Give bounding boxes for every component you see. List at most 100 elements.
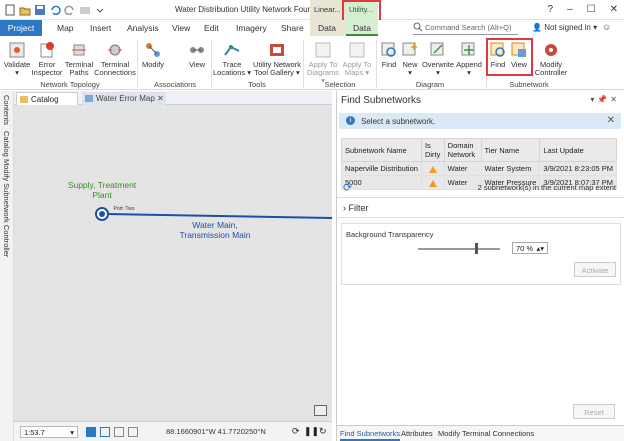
terminal-paths-button[interactable]: Terminal Paths: [64, 41, 94, 77]
highlight-subnetwork-find-view: [486, 38, 533, 76]
reset-button[interactable]: Reset: [573, 404, 615, 419]
help-button[interactable]: ☺: [602, 22, 611, 32]
error-inspector-button[interactable]: Error Inspector: [30, 41, 64, 77]
cell-subnetwork-name: Naperville Distribution: [341, 161, 422, 176]
map-view[interactable]: Supply, Treatment Plant Port: Two Water …: [14, 105, 332, 421]
apply-to-diagrams-button[interactable]: Apply To Diagrams ▾: [305, 41, 341, 85]
column-is-dirty[interactable]: Is Dirty: [420, 138, 445, 162]
modify-controller-button[interactable]: Modify Controller: [531, 41, 571, 77]
refresh-map-icon[interactable]: ⟳: [292, 426, 300, 437]
save-icon[interactable]: [34, 4, 46, 16]
pause-drawing-icon[interactable]: ❚❚: [304, 426, 319, 437]
view-associations-icon: [188, 41, 206, 59]
diagram-find-icon: [380, 41, 398, 59]
activate-button[interactable]: Activate: [574, 262, 616, 277]
tab-imagery[interactable]: Imagery: [236, 20, 267, 36]
close-tab-icon[interactable]: ✕: [157, 94, 164, 103]
cell-tier-name: Water System: [480, 161, 541, 176]
help-icon[interactable]: ?: [548, 4, 554, 15]
modify-associations-button[interactable]: Modify: [140, 41, 166, 69]
ribbon-separator: [303, 40, 304, 88]
group-network-topology: Network Topology: [40, 80, 100, 89]
quick-access-toolbar: [4, 4, 106, 16]
column-subnetwork-name[interactable]: Subnetwork Name: [341, 138, 422, 162]
share-icon[interactable]: [79, 4, 91, 16]
validate-icon: [8, 41, 26, 59]
terminal-paths-icon: [70, 41, 88, 59]
user-icon: 👤: [532, 23, 545, 32]
un-tool-gallery-button[interactable]: Utility Network Tool Gallery ▾: [252, 41, 302, 77]
spinner-icon[interactable]: ▴▾: [536, 244, 544, 253]
validate-button[interactable]: Validate ▾: [2, 41, 32, 77]
pin-icon[interactable]: 📌: [597, 95, 610, 104]
account-label: Not signed in: [544, 23, 591, 32]
side-tab-catalog[interactable]: Catalog: [2, 131, 11, 157]
customize-icon[interactable]: [94, 4, 106, 16]
column-tier-name[interactable]: Tier Name: [480, 138, 541, 162]
tab-modify-terminal-connections[interactable]: Modify Terminal Connections: [438, 429, 534, 438]
constraint-icon[interactable]: [114, 427, 124, 437]
terminal-connections-button[interactable]: Terminal Connections: [94, 41, 136, 77]
close-icon[interactable]: ✕: [610, 95, 620, 104]
redo-icon[interactable]: [64, 4, 76, 16]
tab-map[interactable]: Map: [57, 20, 74, 36]
tab-share[interactable]: Share: [281, 20, 304, 36]
chevron-right-icon: ›: [343, 203, 346, 213]
side-tab-contents[interactable]: Contents: [2, 95, 11, 125]
view-associations-button[interactable]: View: [186, 41, 208, 69]
tab-find-subnetworks[interactable]: Find Subnetworks: [340, 429, 401, 441]
water-main-label: Water Main, Transmission Main: [179, 220, 251, 240]
tab-data-linear[interactable]: Data: [310, 20, 346, 36]
tab-view[interactable]: View: [172, 20, 190, 36]
ribbon-tab-row: Project Map Insert Analysis View Edit Im…: [0, 20, 624, 36]
transparency-value-input[interactable]: 70 % ▴▾: [512, 242, 548, 254]
column-last-update[interactable]: Last Update: [539, 138, 617, 162]
refresh-icon[interactable]: ⟳: [343, 181, 352, 194]
diagram-new-icon: [401, 41, 419, 59]
error-inspector-icon: [38, 41, 56, 59]
side-tab-modify-subnetwork-controller[interactable]: Modify Subnetwork Controller: [2, 159, 11, 257]
transparency-slider[interactable]: [418, 243, 500, 254]
grid-toggle-icon[interactable]: [86, 427, 96, 437]
cell-domain-network: Water: [443, 175, 482, 190]
snapping-icon[interactable]: [100, 427, 110, 437]
new-project-icon[interactable]: [4, 4, 16, 16]
pane-controls: ▾📌✕: [590, 95, 620, 104]
diagram-new-button[interactable]: New ▾: [400, 41, 420, 77]
dismiss-info-icon[interactable]: ✕: [607, 115, 615, 126]
scale-selector[interactable]: 1:53.7 ▾: [20, 426, 78, 438]
view-tab-water-error-map[interactable]: Water Error Map ✕: [82, 92, 166, 105]
map-refresh-icon[interactable]: ↻: [319, 426, 327, 437]
coordinate-format-icon[interactable]: [128, 427, 138, 437]
catalog-icon: [20, 96, 28, 103]
tab-insert[interactable]: Insert: [90, 20, 111, 36]
maximize-icon[interactable]: ☐: [587, 4, 596, 15]
tab-attributes[interactable]: Attributes: [401, 429, 433, 438]
tab-edit[interactable]: Edit: [204, 20, 219, 36]
tab-project[interactable]: Project: [0, 20, 42, 36]
close-icon[interactable]: ✕: [610, 4, 618, 15]
apply-diagrams-icon: [314, 41, 332, 59]
tab-data-utility[interactable]: Data: [346, 20, 378, 36]
map-tools-icon[interactable]: [314, 405, 327, 416]
undo-icon[interactable]: [49, 4, 61, 16]
column-domain-network[interactable]: Domain Network: [443, 138, 482, 162]
pane-title: Find Subnetworks: [341, 95, 422, 106]
account-status[interactable]: 👤 Not signed in ▾: [532, 23, 597, 32]
apply-to-maps-button[interactable]: Apply To Maps ▾: [340, 41, 374, 77]
table-row[interactable]: Naperville Distribution Water Water Syst…: [341, 161, 617, 176]
map-canvas: [95, 207, 332, 221]
trace-locations-button[interactable]: Trace Locations ▾: [212, 41, 252, 77]
transparency-slider-thumb[interactable]: [475, 243, 479, 254]
diagram-append-button[interactable]: Append ▾: [455, 41, 483, 77]
open-icon[interactable]: [19, 4, 31, 16]
filter-expander[interactable]: › Filter: [343, 203, 369, 213]
tab-analysis[interactable]: Analysis: [127, 20, 159, 36]
supply-treatment-plant-label: Supply, Treatment Plant: [67, 180, 137, 200]
minimize-icon[interactable]: –: [567, 4, 573, 15]
command-search-input[interactable]: Command Search (Alt+Q): [413, 22, 518, 35]
water-main-line[interactable]: [105, 213, 332, 219]
view-tab-catalog[interactable]: Catalog: [16, 92, 78, 105]
diagram-overwrite-button[interactable]: Overwrite ▾: [420, 41, 456, 77]
diagram-find-button[interactable]: Find: [378, 41, 400, 69]
